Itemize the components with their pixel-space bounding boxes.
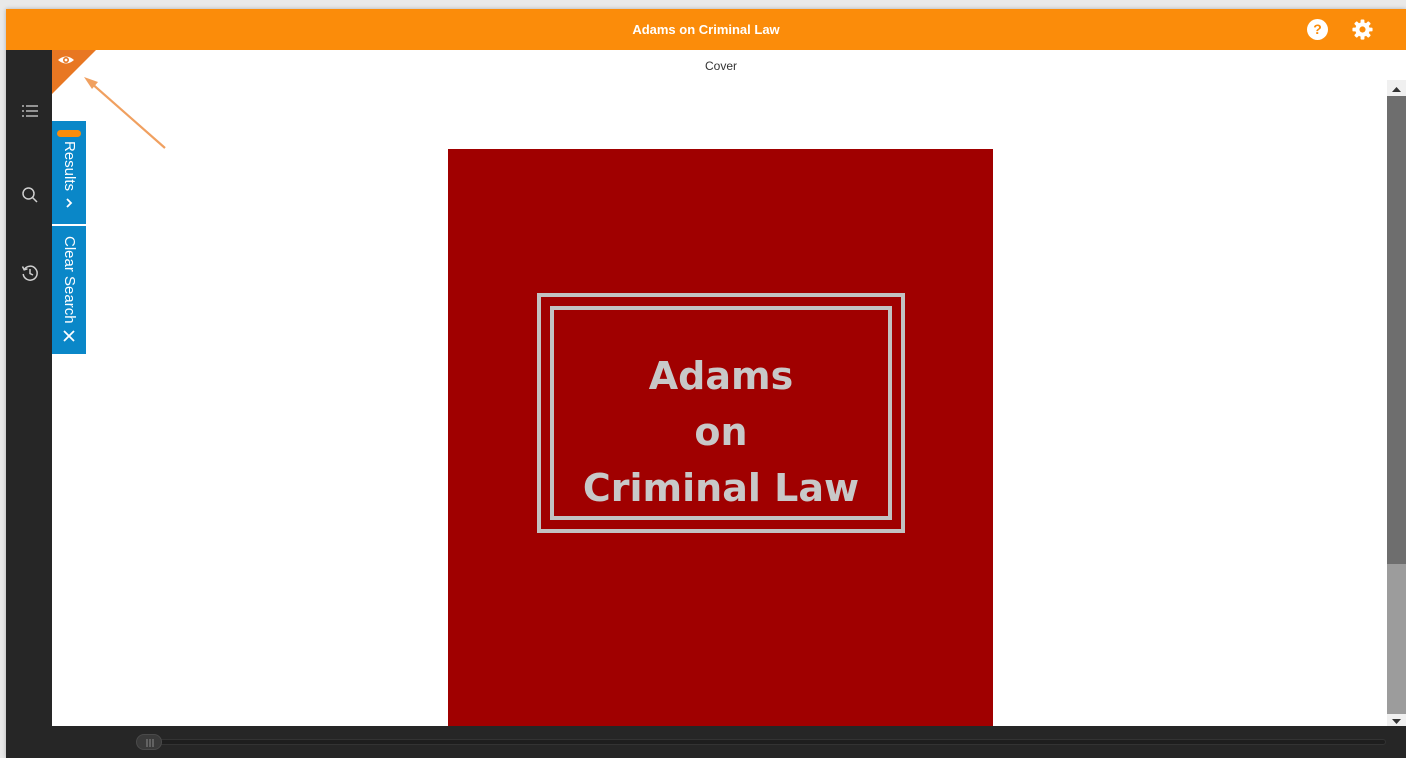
results-tab-label: Results [61,141,78,192]
book-title: Adams on Criminal Law [632,22,780,37]
page-label: Cover [704,59,737,73]
cover-title-line: Adams [648,354,794,398]
cover-title-line: on [694,410,748,454]
close-icon [63,330,75,342]
cover-title: Adams on Criminal Law [554,348,888,516]
scrollbar-thumb[interactable] [1387,96,1406,564]
chevron-right-icon [66,198,73,208]
scrollbar-track[interactable] [1387,96,1406,714]
help-button[interactable]: ? [1307,19,1328,40]
app-window: Adams on Criminal Law ? Results Clear Se… [6,9,1406,758]
settings-gear-icon[interactable] [1351,18,1374,41]
vertical-scrollbar[interactable] [1387,80,1406,730]
page-slider-track[interactable] [136,739,1386,745]
scroll-up-arrow-icon[interactable] [1389,82,1404,97]
bottom-page-navigator [52,726,1406,758]
clear-search-label: Clear Search [61,236,78,324]
results-tab[interactable]: Results [52,121,86,224]
results-indicator [57,130,81,137]
cover-title-line: Criminal Law [582,466,860,510]
book-cover-image: Adams on Criminal Law [448,149,993,739]
top-bar: Adams on Criminal Law ? [6,9,1406,50]
grip-icon [146,739,154,747]
history-icon[interactable] [20,263,40,283]
cover-frame: Adams on Criminal Law [537,293,905,533]
table-of-contents-icon[interactable] [20,101,40,121]
clear-search-tab[interactable]: Clear Search [52,226,86,354]
search-icon[interactable] [20,185,40,205]
page-slider-handle[interactable] [136,734,162,750]
left-sidebar [6,50,52,758]
